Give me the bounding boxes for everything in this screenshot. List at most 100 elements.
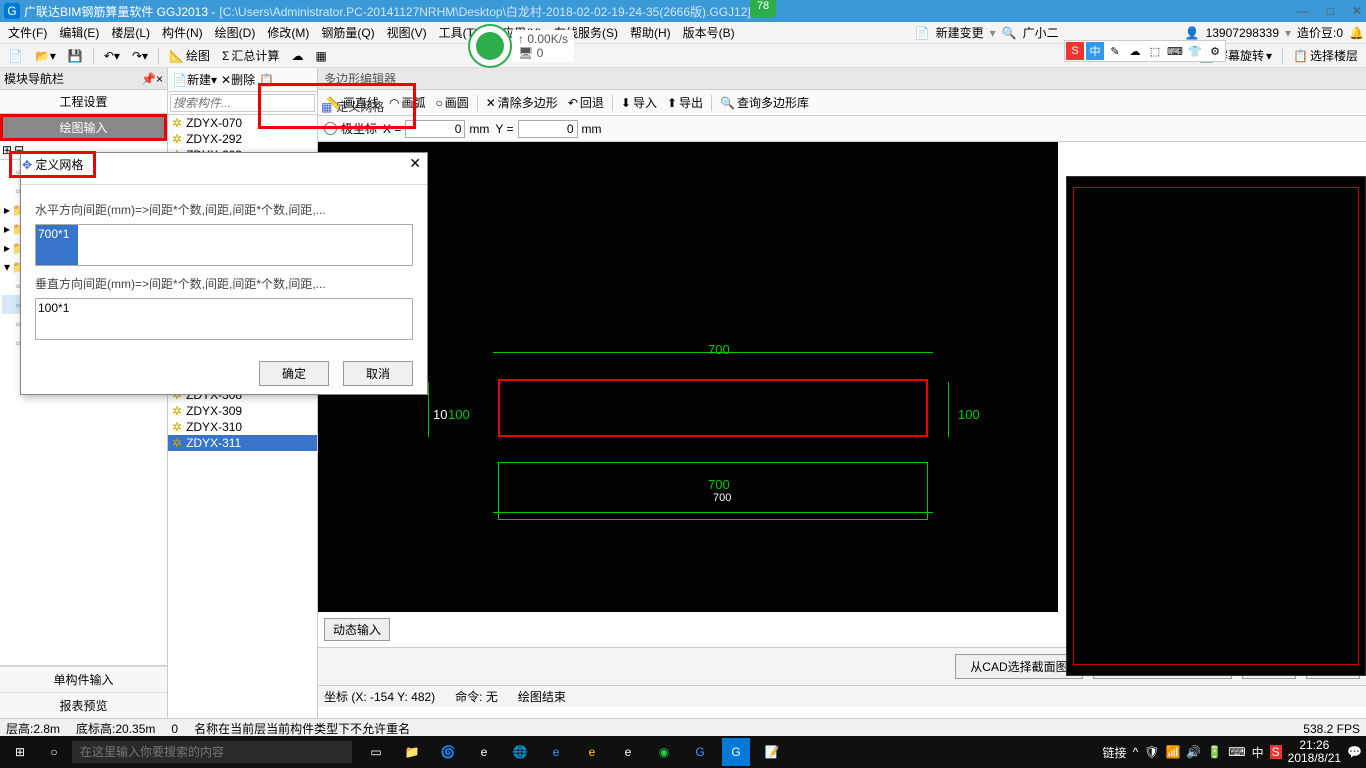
draw-circle-button[interactable]: ○画圆 — [431, 92, 472, 113]
folder-icon[interactable]: 📁 — [398, 738, 426, 766]
maximize-button[interactable]: □ — [1327, 4, 1334, 18]
menu-help[interactable]: 帮助(H) — [624, 24, 677, 41]
ie-yellow-icon[interactable]: e — [578, 738, 606, 766]
single-input-button[interactable]: 单构件输入 — [0, 666, 167, 692]
define-grid-button[interactable]: 定义网格 — [336, 98, 384, 115]
undo-polygon-button[interactable]: ↶回退 — [564, 92, 608, 113]
draw-button[interactable]: 📐绘图 — [165, 46, 214, 65]
pane-close-icon[interactable]: × — [156, 72, 163, 86]
ime-gear-icon[interactable]: ⚙ — [1206, 42, 1224, 60]
menu-view[interactable]: 视图(V) — [381, 24, 433, 41]
note-icon[interactable]: 📝 — [758, 738, 786, 766]
dialog-cancel-button[interactable]: 取消 — [343, 361, 413, 386]
phone-label[interactable]: 13907298339 — [1206, 26, 1279, 40]
vertical-input[interactable] — [35, 298, 413, 340]
tray-notifications-icon[interactable]: 💬 — [1347, 745, 1362, 759]
cloud-check-icon[interactable]: ☁ — [287, 48, 307, 64]
open-file-icon[interactable]: 📂▾ — [31, 48, 60, 64]
draw-status: 绘图结束 — [518, 688, 566, 705]
tray-ime-icon[interactable]: 中 — [1252, 744, 1264, 761]
close-button[interactable]: ✕ — [1352, 4, 1362, 18]
del-comp-button[interactable]: ✕删除 — [221, 71, 255, 88]
tray-vol-icon[interactable]: 🔊 — [1186, 745, 1201, 759]
polygon-lib-button[interactable]: 🔍查询多边形库 — [716, 92, 813, 113]
menu-floor[interactable]: 楼层(L) — [105, 24, 156, 41]
360-icon[interactable]: ◉ — [650, 738, 678, 766]
sum-button[interactable]: Σ 汇总计算 — [218, 46, 283, 65]
list-item[interactable]: ✲ZDYX-292 — [168, 131, 317, 147]
taskbar-search-input[interactable] — [72, 741, 352, 763]
bottom-elev: 底标高:20.35m — [76, 720, 155, 737]
browser-icon[interactable]: 🌐 — [506, 738, 534, 766]
dimline-bottom — [493, 512, 933, 513]
new-file-icon[interactable]: 📄 — [4, 48, 27, 64]
drawing-canvas[interactable]: 700 10 100 100 700 700 — [318, 142, 1058, 612]
list-item[interactable]: ✲ZDYX-310 — [168, 419, 317, 435]
windows-taskbar: ⊞ ○ ▭ 📁 🌀 e 🌐 e e e ◉ G G 📝 链接 ^ 🛡 📶 🔊 🔋… — [0, 736, 1366, 768]
cortana-icon[interactable]: ○ — [38, 738, 70, 766]
menu-modify[interactable]: 修改(M) — [261, 24, 315, 41]
menu-component[interactable]: 构件(N) — [156, 24, 209, 41]
minimize-button[interactable]: — — [1297, 4, 1309, 18]
menu-file[interactable]: 文件(F) — [2, 24, 53, 41]
menu-rebar[interactable]: 钢筋量(Q) — [315, 24, 380, 41]
menu-version[interactable]: 版本号(B) — [677, 24, 741, 41]
tray-link[interactable]: 链接 — [1103, 744, 1127, 761]
export-button[interactable]: ⬆导出 — [663, 92, 707, 113]
pane-title: 模块导航栏 📌 × — [0, 68, 167, 90]
ime-lang[interactable]: 中 — [1086, 42, 1104, 60]
project-settings-button[interactable]: 工程设置 — [0, 90, 167, 114]
dynamic-input-button[interactable]: 动态输入 — [324, 618, 390, 641]
ime-pen-icon[interactable]: ✎ — [1106, 42, 1124, 60]
select-floor-button[interactable]: 📋选择楼层 — [1289, 46, 1362, 65]
list-item[interactable]: ✲ZDYX-311 — [168, 435, 317, 451]
status-zero: 0 — [171, 722, 178, 736]
horizontal-input[interactable]: <span></span> — [35, 224, 413, 266]
network-widget[interactable] — [468, 24, 512, 68]
new-comp-button[interactable]: 📄新建▾ — [172, 71, 217, 88]
dialog-close-icon[interactable]: ✕ — [409, 155, 421, 182]
start-button[interactable]: ⊞ — [4, 738, 36, 766]
tray-up-icon[interactable]: ^ — [1133, 745, 1139, 759]
ime-skin-icon[interactable]: 👕 — [1186, 42, 1204, 60]
tray-keyboard-icon[interactable]: ⌨ — [1228, 745, 1245, 759]
ime-toolbar[interactable]: S 中 ✎ ☁ ⬚ ⌨ 👕 ⚙ — [1064, 40, 1226, 62]
tray-battery-icon[interactable]: 🔋 — [1207, 745, 1222, 759]
user-icon: 👤 — [1185, 26, 1200, 40]
ggj-icon[interactable]: G — [722, 738, 750, 766]
draw-input-section[interactable]: 绘图输入 — [0, 114, 167, 141]
g-icon[interactable]: G — [686, 738, 714, 766]
grid-icon[interactable]: ▦ — [311, 48, 330, 64]
menu-draw[interactable]: 绘图(D) — [209, 24, 262, 41]
edge-icon[interactable]: e — [470, 738, 498, 766]
new-change-button[interactable]: 新建变更 — [936, 24, 984, 41]
pin-icon[interactable]: 📌 — [141, 72, 156, 86]
y-input[interactable] — [518, 120, 578, 138]
bell-icon[interactable]: 🔔 — [1349, 26, 1364, 40]
tray-shield-icon[interactable]: 🛡 — [1144, 745, 1159, 759]
clear-polygon-button[interactable]: ✕清除多边形 — [482, 92, 562, 113]
tray-sogou-icon[interactable]: S — [1270, 745, 1282, 759]
list-item[interactable]: ✲ZDYX-309 — [168, 403, 317, 419]
ime-cloud-icon[interactable]: ☁ — [1126, 42, 1144, 60]
overview-canvas[interactable] — [1066, 176, 1366, 676]
tray-date: 2018/8/21 — [1288, 752, 1341, 765]
dim-left-green: 100 — [448, 407, 470, 422]
app1-icon[interactable]: 🌀 — [434, 738, 462, 766]
ime-kbd-icon[interactable]: ⌨ — [1166, 42, 1184, 60]
import-button[interactable]: ⬇导入 — [617, 92, 661, 113]
undo-icon[interactable]: ↶▾ — [100, 48, 124, 64]
dialog-ok-button[interactable]: 确定 — [259, 361, 329, 386]
from-cad-button[interactable]: 从CAD选择截面图 — [955, 654, 1082, 679]
ime-box-icon[interactable]: ⬚ — [1146, 42, 1164, 60]
taskview-icon[interactable]: ▭ — [362, 738, 390, 766]
tray-net-icon[interactable]: 📶 — [1165, 745, 1180, 759]
report-preview-button[interactable]: 报表预览 — [0, 692, 167, 718]
ie-outline-icon[interactable]: e — [614, 738, 642, 766]
save-icon[interactable]: 💾 — [64, 48, 87, 64]
define-grid-dialog: ✥ 定义网格 ✕ 水平方向间距(mm)=>间距*个数,间距,间距*个数,间距,.… — [20, 152, 428, 395]
search-icon[interactable]: 🔍 — [1002, 26, 1017, 40]
redo-icon[interactable]: ↷▾ — [128, 48, 152, 64]
ie-blue-icon[interactable]: e — [542, 738, 570, 766]
menu-edit[interactable]: 编辑(E) — [53, 24, 105, 41]
